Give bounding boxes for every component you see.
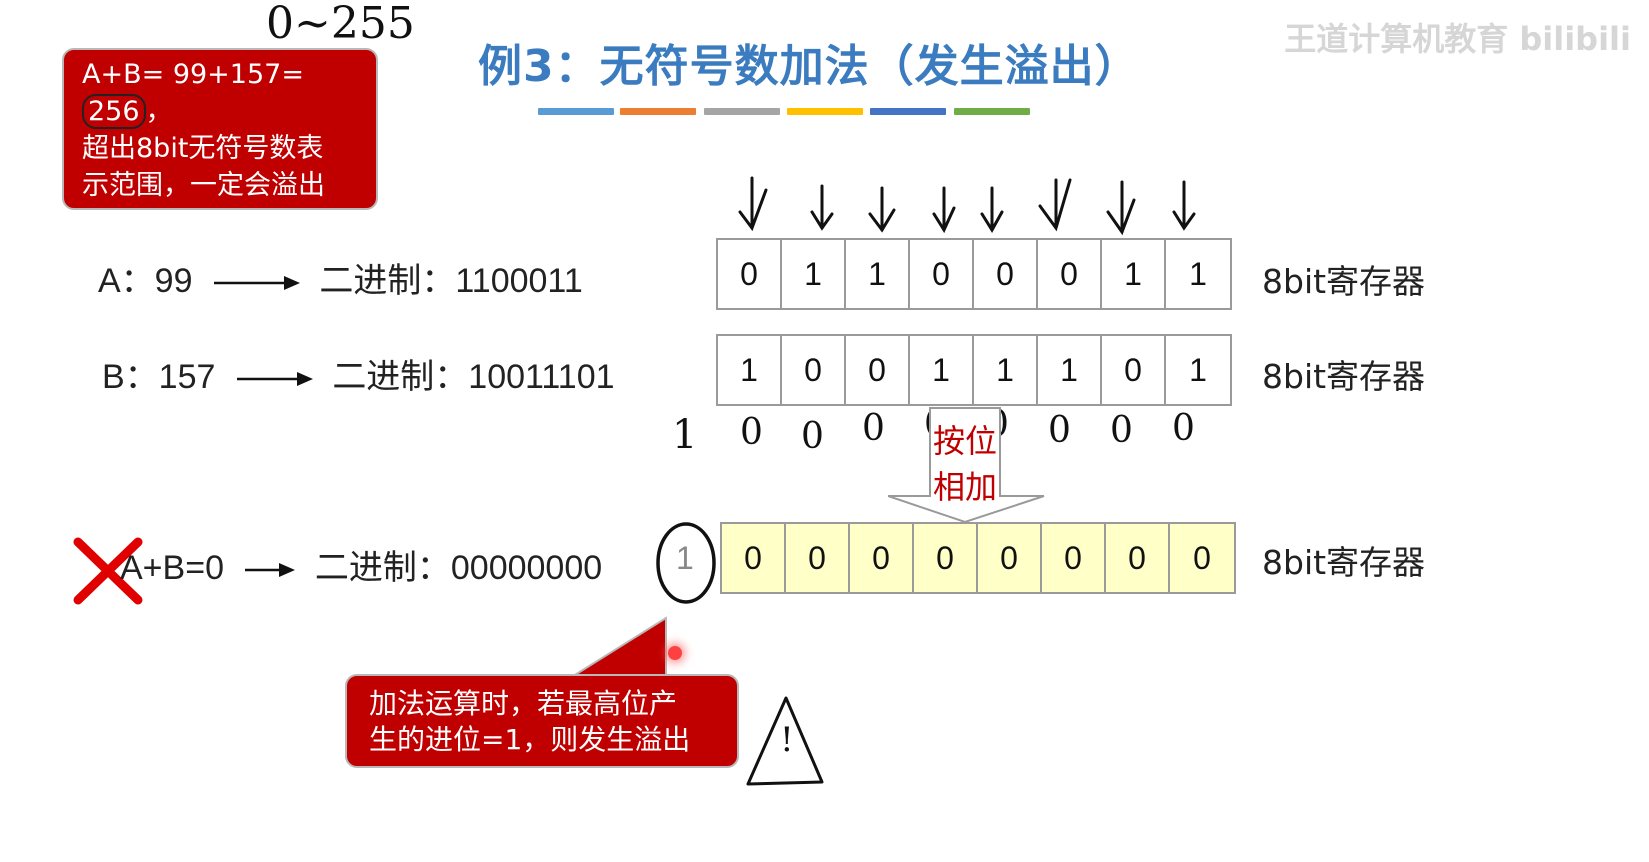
register-a-bit: 0	[974, 240, 1038, 308]
callout-top-line1: A+B= 99+157= 256，	[82, 56, 358, 130]
callout-top-line3: 示范围，一定会溢出	[82, 170, 325, 201]
range-annotation: 0~255	[266, 0, 415, 49]
title-bar-3	[704, 108, 780, 115]
register-b: 1 0 0 1 1 1 0 1	[716, 334, 1232, 406]
callout-top-line1-prefix: A+B= 99+157=	[82, 59, 304, 90]
callout-bottom-pointer	[568, 616, 667, 679]
carry-bit: 0	[1048, 410, 1071, 451]
carry-bit: 0	[740, 412, 763, 453]
arrow-right-icon	[245, 563, 296, 578]
hand-down-arrows	[738, 176, 1196, 236]
register-result-bit: 0	[1042, 524, 1106, 592]
carry-bit: 0	[862, 408, 885, 449]
row-result-text: A+B=0 二进制：00000000	[120, 540, 602, 589]
page-title: 例3：无符号数加法（发生溢出）	[478, 41, 1140, 92]
register-b-bit: 1	[1038, 336, 1102, 404]
register-a-bit: 0	[718, 240, 782, 308]
arrow-right-icon	[236, 372, 313, 387]
title-bar-2	[620, 108, 696, 115]
register-b-bit: 1	[910, 336, 974, 404]
register-a-bit: 1	[846, 240, 910, 308]
register-a-bit: 0	[910, 240, 974, 308]
register-a-bit: 1	[782, 240, 846, 308]
register-a-bit: 1	[1102, 240, 1166, 308]
register-b-label: 8bit寄存器	[1262, 357, 1426, 396]
row-b-label: B：157	[102, 358, 216, 396]
register-result-bit: 0	[1106, 524, 1170, 592]
row-b-binary: 二进制：10011101	[332, 358, 615, 396]
register-a: 0 1 1 0 0 0 1 1	[716, 238, 1232, 310]
carry-bit: 0	[1110, 410, 1133, 451]
row-a-text: A：99 二进制：1100011	[98, 253, 583, 302]
row-a-binary: 二进制：1100011	[319, 262, 583, 300]
callout-bottom: 加法运算时，若最高位产 生的进位=1，则发生溢出	[345, 674, 739, 768]
callout-bottom-line2: 生的进位=1，则发生溢出	[369, 723, 691, 756]
register-result-bit: 0	[850, 524, 914, 592]
warning-symbol: !	[780, 720, 794, 760]
title-bar-1	[538, 108, 614, 115]
callout-top: A+B= 99+157= 256， 超出8bit无符号数表 示范围，一定会溢出	[62, 48, 378, 210]
register-result: 0 0 0 0 0 0 0 0	[720, 522, 1236, 594]
add-label-line2: 相加	[932, 468, 997, 506]
overflow-bit: 1	[676, 540, 694, 576]
row-result-label: A+B=0	[120, 549, 224, 587]
register-result-bit: 0	[786, 524, 850, 592]
carry-out-bit: 1	[672, 412, 698, 458]
register-b-bit: 1	[974, 336, 1038, 404]
register-b-bit: 0	[1102, 336, 1166, 404]
register-result-bit: 0	[1193, 539, 1211, 576]
register-b-bit: 0	[782, 336, 846, 404]
title-bar-5	[870, 108, 946, 115]
row-result-binary: 二进制：00000000	[314, 549, 603, 587]
carry-bit: 0	[801, 416, 824, 457]
add-label-line1: 按位	[932, 422, 997, 460]
row-a-label: A：99	[98, 262, 193, 300]
laser-pointer-dot	[668, 646, 682, 660]
callout-top-line1-suffix: ，	[145, 96, 173, 127]
register-a-bit: 0	[1038, 240, 1102, 308]
register-b-bit: 0	[846, 336, 910, 404]
callout-top-line2: 超出8bit无符号数表	[82, 133, 324, 164]
row-b-text: B：157 二进制：10011101	[102, 349, 615, 398]
arrow-right-icon	[213, 276, 300, 291]
watermark: 王道计算机教育 bilibili	[1284, 20, 1631, 58]
register-a-label: 8bit寄存器	[1262, 262, 1426, 301]
register-result-bit: 0	[978, 524, 1042, 592]
callout-top-highlight: 256	[82, 94, 146, 129]
register-a-bit: 1	[1189, 255, 1207, 292]
register-b-bit: 1	[718, 336, 782, 404]
title-bar-6	[954, 108, 1030, 115]
register-result-bit: 0	[914, 524, 978, 592]
add-label: 按位 相加	[920, 418, 1010, 510]
carry-bit: 0	[1172, 408, 1195, 449]
register-b-bit: 1	[1189, 351, 1207, 388]
title-bar-4	[787, 108, 863, 115]
register-result-bit: 0	[722, 524, 786, 592]
callout-bottom-line1: 加法运算时，若最高位产	[369, 687, 678, 720]
register-result-label: 8bit寄存器	[1262, 543, 1426, 582]
